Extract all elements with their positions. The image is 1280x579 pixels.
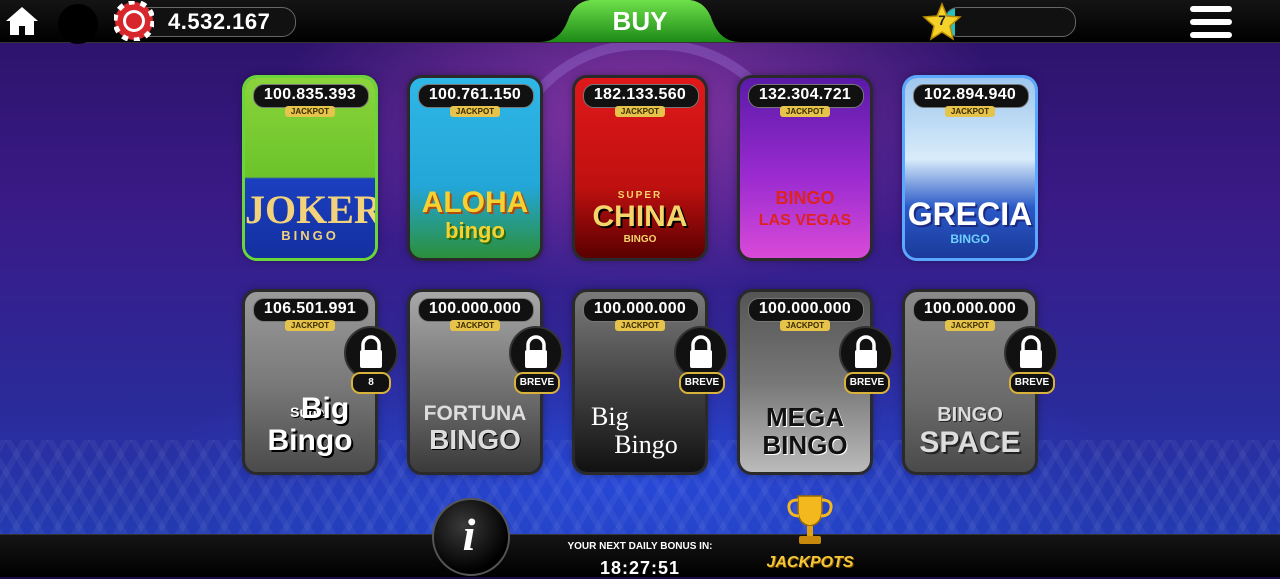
game-title: LAS VEGAS (758, 212, 852, 229)
jackpot-value: 100.000.000 (428, 300, 522, 317)
buy-button-label[interactable]: BUY (540, 6, 740, 37)
player-level: 7 (938, 12, 946, 28)
jackpot-value: 102.894.940 (923, 86, 1017, 103)
jackpot-tag: JACKPOT (780, 106, 830, 117)
jackpot-value: 100.761.150 (428, 86, 522, 103)
game-subtitle: Bingo (267, 424, 353, 457)
coming-soon-badge: BREVE (1009, 372, 1055, 394)
jackpot-tag: JACKPOT (450, 320, 500, 331)
game-subtitle: Bingo (614, 430, 678, 459)
game-card-grecia-bingo[interactable]: 102.894.940 JACKPOT GRECIA BINGO (905, 78, 1035, 258)
jackpot-tag: JACKPOT (450, 106, 500, 117)
trophy-icon[interactable] (784, 492, 836, 552)
game-subtitle: BINGO (429, 424, 521, 455)
game-title: Big (300, 392, 350, 425)
game-card-super-china-bingo[interactable]: 182.133.560 JACKPOT SUPER CHINA BINGO (575, 78, 705, 258)
game-title: GRECIA (907, 196, 1033, 232)
jackpot-value: 182.133.560 (593, 86, 687, 103)
game-card-bingo-las-vegas[interactable]: 132.304.721 JACKPOT BINGO LAS VEGAS (740, 78, 870, 258)
avatar[interactable] (58, 4, 98, 44)
unlock-level-badge: 8 (351, 372, 391, 394)
home-icon[interactable] (4, 4, 40, 38)
jackpot-tag: JACKPOT (945, 106, 995, 117)
jackpot-value: 100.000.000 (923, 300, 1017, 317)
jackpot-tag: JACKPOT (780, 320, 830, 331)
jackpots-button-label[interactable]: JACKPOTS (760, 554, 860, 572)
game-title: BINGO (937, 404, 1003, 426)
game-subtitle: bingo (445, 218, 505, 243)
info-button-label[interactable]: i (432, 508, 506, 561)
jackpot-value: 100.000.000 (758, 300, 852, 317)
coin-balance: 4.532.167 (168, 9, 271, 34)
xp-progress-bar (944, 7, 1076, 37)
game-card-aloha-bingo[interactable]: 100.761.150 JACKPOT ALOHA bingo (410, 78, 540, 258)
game-subtitle: BINGO (281, 228, 339, 243)
game-title: CHINA (592, 200, 688, 233)
jackpot-tag: JACKPOT (615, 320, 665, 331)
game-title: MEGA (766, 402, 844, 432)
game-title: FORTUNA (423, 402, 527, 425)
game-title: ALOHA (421, 186, 529, 219)
game-title: Big (591, 402, 629, 431)
jackpot-value: 106.501.991 (263, 300, 357, 317)
jackpot-tag: JACKPOT (285, 320, 335, 331)
jackpot-value: 100.000.000 (593, 300, 687, 317)
coming-soon-badge: BREVE (679, 372, 725, 394)
casino-chip-icon (114, 1, 154, 41)
coming-soon-badge: BREVE (844, 372, 890, 394)
game-subtitle: SPACE (919, 426, 1021, 459)
game-card-joker-bingo[interactable]: 100.835.393 JACKPOT JOKER BINGO (245, 78, 375, 258)
game-title: JOKER (245, 187, 375, 232)
jackpot-value: 100.835.393 (263, 86, 357, 103)
coming-soon-badge: BREVE (514, 372, 560, 394)
jackpot-tag: JACKPOT (615, 106, 665, 117)
game-subtitle: BINGO (950, 232, 990, 246)
game-subtitle: BINGO (775, 188, 835, 208)
hamburger-menu-icon[interactable] (1190, 6, 1232, 38)
jackpot-tag: JACKPOT (285, 106, 335, 117)
game-subtitle: BINGO (762, 430, 848, 460)
jackpot-tag: JACKPOT (945, 320, 995, 331)
daily-bonus-label: YOUR NEXT DAILY BONUS IN: (567, 541, 713, 552)
jackpot-value: 132.304.721 (758, 86, 852, 103)
game-subtitle: BINGO (623, 234, 657, 245)
